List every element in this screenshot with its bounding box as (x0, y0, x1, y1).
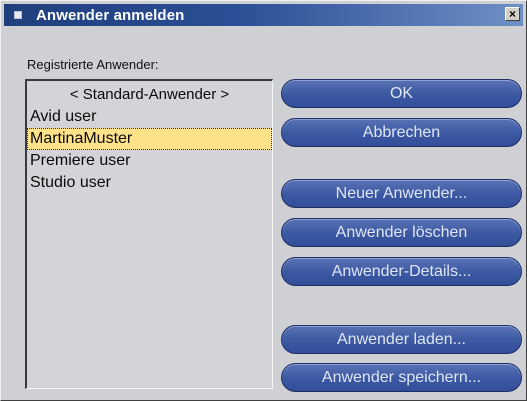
list-item-premiere-user[interactable]: Premiere user (27, 150, 272, 172)
title-bar[interactable]: Anwender anmelden × (4, 4, 523, 26)
user-list[interactable]: < Standard-Anwender > Avid user MartinaM… (25, 79, 273, 389)
list-item-martinamuster[interactable]: MartinaMuster (27, 128, 272, 150)
close-button[interactable]: × (505, 7, 520, 21)
user-details-button[interactable]: Anwender-Details... (281, 257, 522, 286)
delete-user-button[interactable]: Anwender löschen (281, 218, 522, 247)
load-user-button[interactable]: Anwender laden... (281, 325, 522, 354)
new-user-button[interactable]: Neuer Anwender... (281, 179, 522, 208)
login-dialog: Anwender anmelden × Registrierte Anwende… (0, 0, 527, 401)
save-user-button[interactable]: Anwender speichern... (281, 363, 522, 392)
list-item-avid-user[interactable]: Avid user (27, 106, 272, 128)
list-item-studio-user[interactable]: Studio user (27, 172, 272, 194)
user-list-label: Registrierte Anwender: (27, 57, 159, 72)
window-menu-icon[interactable] (14, 11, 22, 19)
ok-button[interactable]: OK (281, 79, 522, 108)
list-item-default-user[interactable]: < Standard-Anwender > (27, 84, 272, 106)
window-title: Anwender anmelden (36, 6, 185, 24)
cancel-button[interactable]: Abbrechen (281, 118, 522, 147)
